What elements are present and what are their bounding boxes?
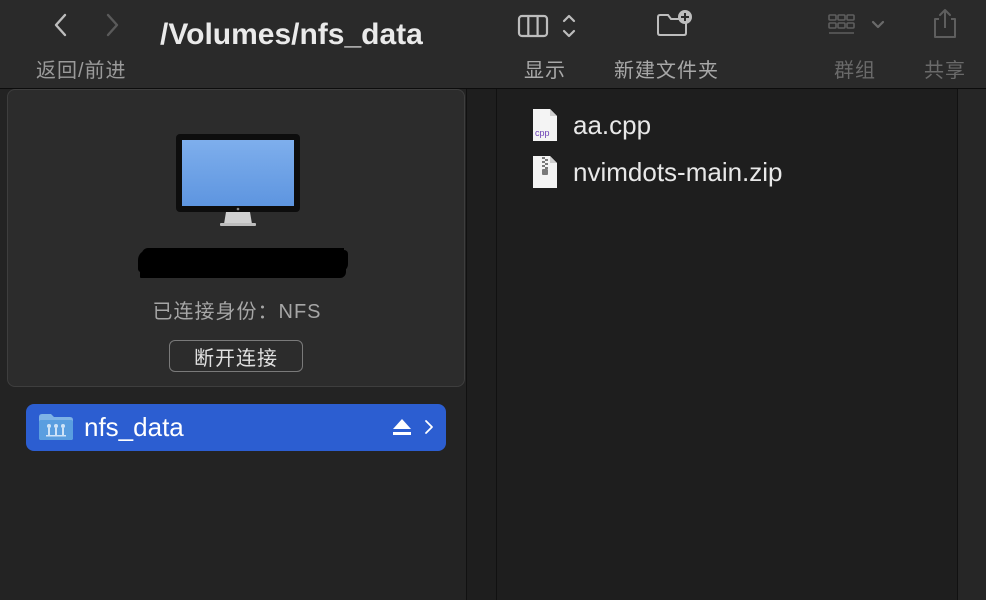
file-name: nvimdots-main.zip <box>573 156 783 187</box>
connection-status: 已连接身份：NFS <box>152 301 322 323</box>
toolbar: 返回/前进 /Volumes/nfs_data 显示 新建文件夹 群组 共享 <box>0 0 986 89</box>
new-folder-button[interactable] <box>654 8 694 40</box>
server-info-card: 已连接身份：NFS 断开连接 <box>7 89 465 387</box>
forward-button[interactable] <box>97 10 127 40</box>
group-button[interactable] <box>826 10 890 40</box>
new-folder-label: 新建文件夹 <box>614 60 719 82</box>
file-row-nvimdots-zip[interactable]: nvimdots-main.zip <box>531 152 783 192</box>
view-label: 显示 <box>524 60 566 82</box>
imac-monitor-icon <box>176 134 300 226</box>
path-title: /Volumes/nfs_data <box>160 18 423 51</box>
file-row-aa-cpp[interactable]: cpp aa.cpp <box>531 105 651 145</box>
volume-name: nfs_data <box>84 412 184 442</box>
disconnect-button[interactable]: 断开连接 <box>169 340 303 372</box>
redacted-server-name <box>138 250 348 272</box>
sidebar-column: 已连接身份：NFS 断开连接 nfs_data <box>0 89 467 600</box>
back-button[interactable] <box>46 10 76 40</box>
nav-label: 返回/前进 <box>36 60 127 82</box>
next-column <box>958 89 986 600</box>
file-name: aa.cpp <box>573 109 652 140</box>
network-folder-icon <box>39 414 73 440</box>
zip-file-icon <box>533 156 557 188</box>
file-list: cpp aa.cpp nvimdots-main.zip <box>497 89 957 600</box>
group-icon <box>828 14 885 34</box>
file-type-label: cpp <box>535 128 550 138</box>
volume-item-nfs-data[interactable]: nfs_data <box>26 404 446 451</box>
chevron-right-icon <box>425 420 433 434</box>
eject-icon[interactable] <box>392 417 412 437</box>
share-label: 共享 <box>924 60 966 82</box>
chevron-left-icon <box>54 13 67 37</box>
share-icon <box>934 9 956 38</box>
group-label: 群组 <box>834 60 876 82</box>
new-folder-icon <box>657 10 692 36</box>
share-button[interactable] <box>930 6 960 42</box>
columns-view-icon <box>517 14 576 38</box>
cpp-file-icon: cpp <box>533 109 557 141</box>
chevron-right-icon <box>106 13 119 37</box>
view-mode-button[interactable] <box>516 10 584 42</box>
